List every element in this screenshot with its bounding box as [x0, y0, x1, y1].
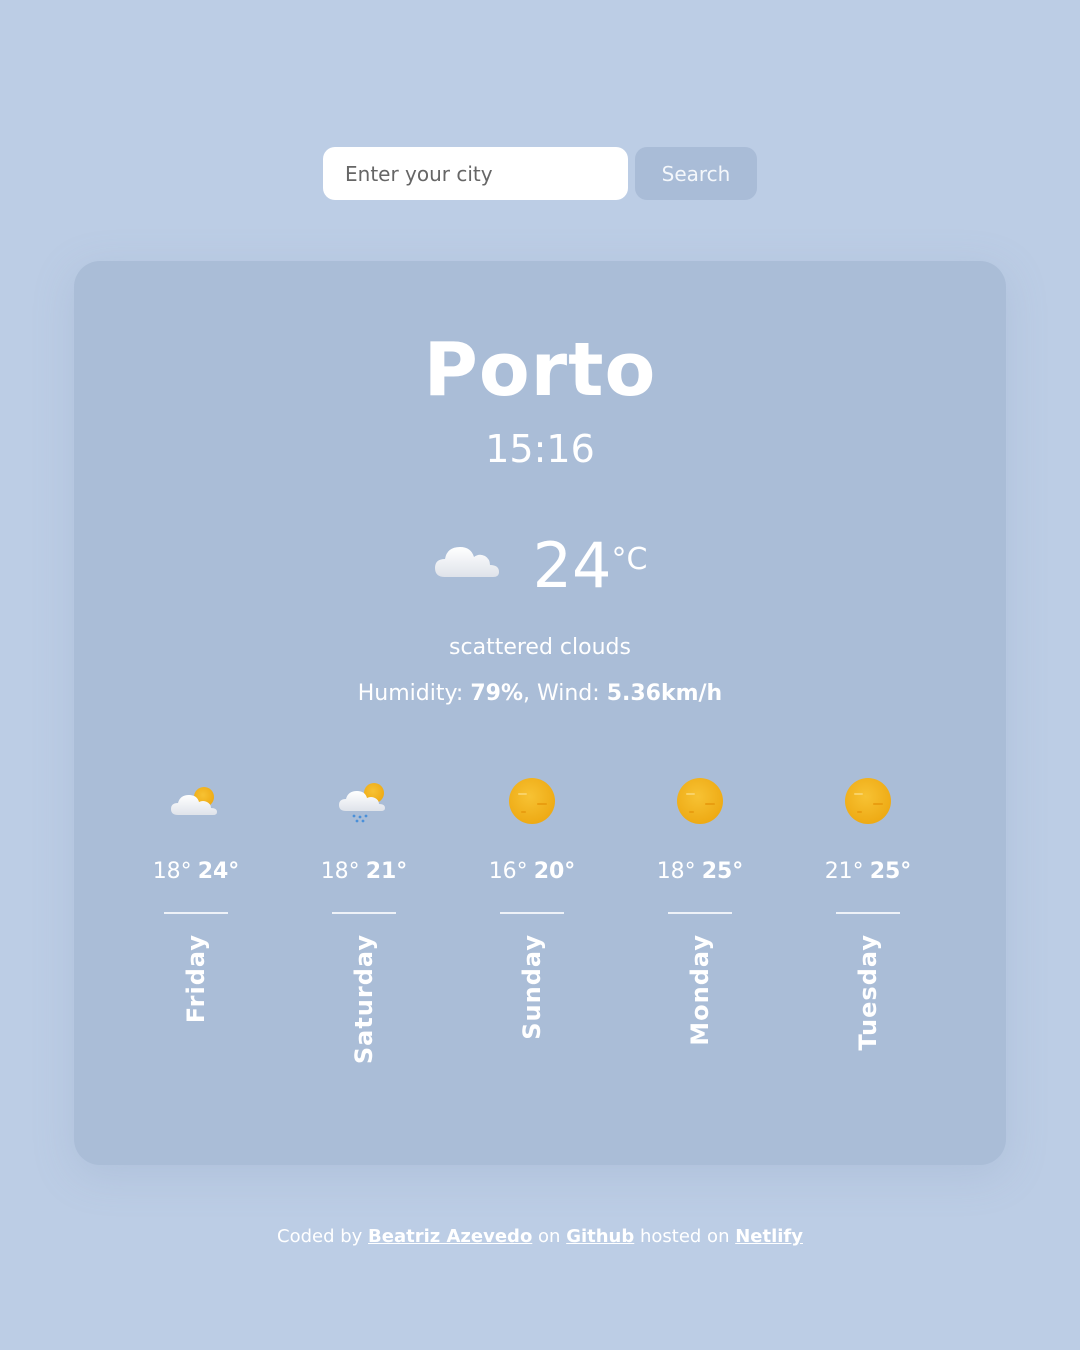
divider — [164, 912, 228, 914]
max-temp: 21° — [365, 859, 408, 884]
divider — [332, 912, 396, 914]
humidity-value: 79% — [470, 681, 523, 706]
forecast-day: 21° 25° Tuesday — [784, 773, 952, 1084]
max-temp: 25° — [869, 859, 912, 884]
footer: Coded by Beatriz Azevedo on Github hoste… — [0, 1226, 1080, 1247]
forecast-temps: 18° 21° — [321, 859, 408, 884]
min-temp: 18° — [656, 859, 696, 884]
search-bar: Search — [323, 147, 757, 200]
forecast-day: 18° 21° Saturday — [280, 773, 448, 1084]
forecast-temps: 21° 25° — [825, 859, 912, 884]
max-temp: 25° — [701, 859, 744, 884]
city-name: Porto — [423, 327, 657, 413]
day-name: Tuesday — [854, 934, 882, 1051]
forecast-temps: 18° 24° — [153, 859, 240, 884]
min-temp: 21° — [824, 859, 864, 884]
author-link[interactable]: Beatriz Azevedo — [368, 1226, 532, 1247]
weather-details: Humidity: 79%, Wind: 5.36km/h — [74, 681, 1006, 706]
current-temperature: 24°C — [533, 535, 648, 597]
divider — [500, 912, 564, 914]
forecast-list: 18° 24° Friday 18° 21° Saturday 16° 20° … — [112, 773, 952, 1084]
temperature-value: 24 — [532, 529, 612, 602]
day-name: Friday — [182, 934, 210, 1024]
current-conditions: 24°C — [74, 531, 1006, 597]
search-button[interactable]: Search — [635, 147, 757, 200]
day-name: Sunday — [518, 934, 546, 1040]
netlify-link[interactable]: Netlify — [735, 1226, 803, 1247]
github-link[interactable]: Github — [566, 1226, 634, 1247]
wind-label: , Wind: — [523, 681, 607, 706]
min-temp: 18° — [320, 859, 360, 884]
partly-cloudy-icon — [171, 787, 217, 815]
sun-icon — [845, 778, 891, 824]
footer-prefix: Coded by — [277, 1226, 369, 1247]
forecast-day: 16° 20° Sunday — [448, 773, 616, 1084]
rain-cloud-sun-icon — [339, 783, 385, 823]
footer-on: on — [532, 1226, 567, 1247]
max-temp: 24° — [197, 859, 240, 884]
divider — [668, 912, 732, 914]
day-name: Monday — [686, 934, 714, 1046]
footer-hosted: hosted on — [634, 1226, 736, 1247]
max-temp: 20° — [533, 859, 576, 884]
min-temp: 18° — [152, 859, 192, 884]
sun-icon — [509, 778, 555, 824]
forecast-day: 18° 25° Monday — [616, 773, 784, 1084]
humidity-label: Humidity: — [357, 681, 471, 706]
forecast-temps: 18° 25° — [657, 859, 744, 884]
divider — [836, 912, 900, 914]
weather-description: scattered clouds — [449, 635, 631, 660]
day-name: Saturday — [350, 934, 378, 1065]
min-temp: 16° — [488, 859, 528, 884]
forecast-temps: 16° 20° — [489, 859, 576, 884]
weather-card: Porto 15:16 24°C scattered clouds Humidi… — [74, 261, 1006, 1165]
local-time: 15:16 — [485, 427, 595, 471]
city-search-input[interactable] — [323, 147, 628, 200]
forecast-day: 18° 24° Friday — [112, 773, 280, 1084]
wind-value: 5.36km/h — [606, 681, 723, 706]
temperature-unit: °C — [611, 542, 648, 577]
cloud-icon — [434, 547, 499, 577]
sun-icon — [677, 778, 723, 824]
